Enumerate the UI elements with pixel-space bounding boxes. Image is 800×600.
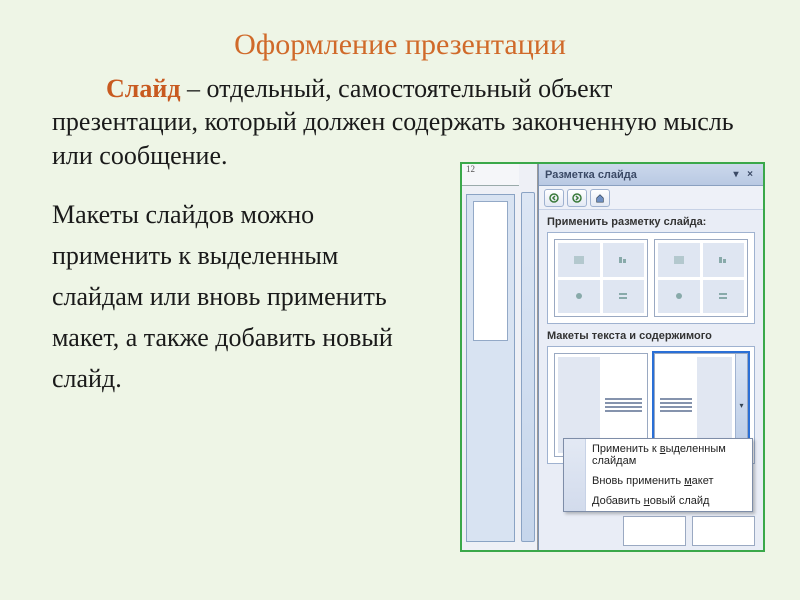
menu-reapply-layout[interactable]: Вновь применить макет — [564, 471, 752, 491]
paragraph-2: Макеты слайдов можно применить к выделен… — [52, 194, 422, 399]
editor-left-strip: 12 — [462, 164, 538, 550]
menu-apply-to-selected[interactable]: Применить к выделенным слайдам — [564, 439, 752, 471]
section-apply-layout: Применить разметку слайда: — [539, 210, 763, 232]
layout-thumb[interactable] — [623, 516, 686, 546]
task-pane-title: Разметка слайда — [545, 169, 637, 181]
ruler: 12 — [462, 164, 519, 186]
slide-title: Оформление презентации — [0, 0, 800, 70]
layout-thumb[interactable] — [554, 239, 648, 317]
section-text-content: Макеты текста и содержимого — [539, 324, 763, 346]
task-pane: Разметка слайда ▾ × Применить разметку с… — [538, 164, 763, 550]
term-slide: Слайд — [106, 74, 181, 103]
chevron-down-icon[interactable]: ▾ — [729, 168, 743, 182]
paragraph-1: Слайд – отдельный, самостоятельный объек… — [52, 72, 750, 172]
vertical-scrollbar[interactable] — [521, 192, 535, 542]
nav-home-button[interactable] — [590, 189, 610, 207]
content-layouts-grid — [547, 232, 755, 324]
nav-back-button[interactable] — [544, 189, 564, 207]
task-pane-nav — [539, 186, 763, 210]
layout-thumb[interactable] — [654, 239, 748, 317]
layout-context-menu: Применить к выделенным слайдам Вновь при… — [563, 438, 753, 512]
bottom-layouts-row — [623, 516, 755, 546]
close-icon[interactable]: × — [743, 168, 757, 182]
menu-add-new-slide[interactable]: Добавить новый слайд — [564, 491, 752, 511]
task-pane-header: Разметка слайда ▾ × — [539, 164, 763, 186]
layout-thumb[interactable] — [692, 516, 755, 546]
slide-preview-fragment — [466, 194, 515, 542]
nav-forward-button[interactable] — [567, 189, 587, 207]
screenshot-panel: 12 Разметка слайда ▾ × — [460, 162, 765, 552]
